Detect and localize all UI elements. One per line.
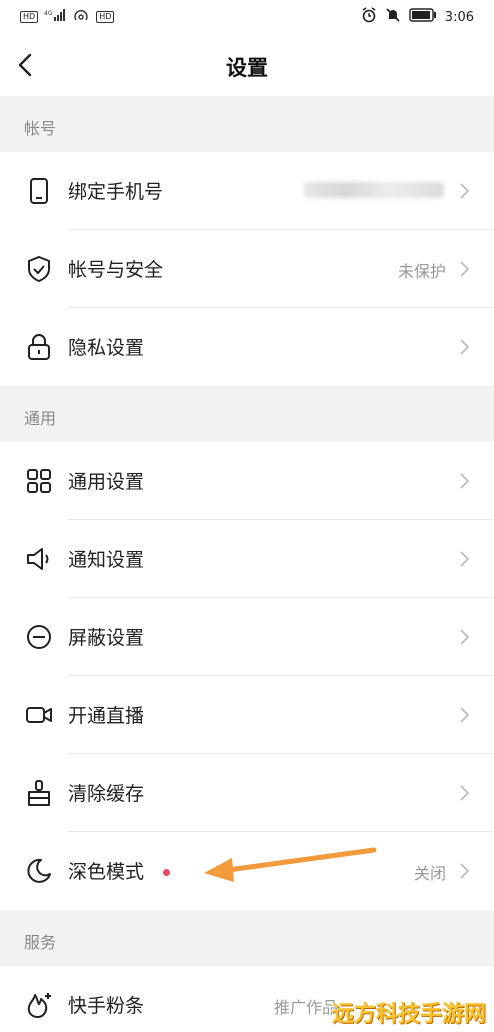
section-header-label: 通用 [24, 409, 57, 428]
row-label: 通用设置 [68, 471, 145, 493]
chevron-right-icon [460, 339, 470, 355]
chevron-right-icon [460, 785, 470, 801]
section-header-general: 通用 [0, 386, 494, 442]
chevron-right-icon [460, 863, 470, 879]
row-open-live[interactable]: 开通直播 [0, 676, 494, 754]
row-label: 屏蔽设置 [68, 627, 145, 649]
moon-icon [27, 858, 51, 883]
account-group: 绑定手机号 帐号与安全 未保护 隐私设置 [0, 152, 494, 386]
row-label: 帐号与安全 [68, 259, 164, 281]
row-general-settings[interactable]: 通用设置 [0, 442, 494, 520]
row-account-security[interactable]: 帐号与安全 未保护 [0, 230, 494, 308]
navbar: 设置 [0, 34, 494, 96]
row-privacy-settings[interactable]: 隐私设置 [0, 308, 494, 386]
annotation-arrow-icon [204, 847, 377, 882]
new-badge-dot [163, 869, 170, 876]
row-label: 开通直播 [68, 705, 145, 727]
block-icon [27, 625, 51, 649]
broom-icon [28, 780, 50, 806]
clock-time: 3:06 [444, 9, 474, 25]
chevron-right-icon [460, 629, 470, 645]
row-value: 关闭 [413, 864, 446, 883]
mute-bell-icon [385, 7, 401, 27]
video-camera-icon [26, 707, 52, 723]
row-label: 深色模式 [68, 861, 145, 883]
signal-icon: 4G [44, 9, 66, 25]
status-bar: HD 4G HD 3:06 [0, 0, 494, 34]
hd-badge: HD [20, 11, 39, 23]
shield-icon [28, 255, 50, 283]
row-clear-cache[interactable]: 清除缓存 [0, 754, 494, 832]
chevron-right-icon [460, 707, 470, 723]
grid-icon [27, 469, 51, 493]
chevron-right-icon [460, 551, 470, 567]
section-header-label: 帐号 [24, 119, 57, 138]
row-block-settings[interactable]: 屏蔽设置 [0, 598, 494, 676]
chevron-right-icon [460, 261, 470, 277]
battery-icon [409, 8, 437, 26]
nfc-badge: HD [96, 11, 115, 23]
chevron-right-icon [460, 183, 470, 199]
row-bind-phone[interactable]: 绑定手机号 [0, 152, 494, 230]
page-title: 设置 [226, 56, 268, 80]
row-label: 通知设置 [68, 549, 145, 571]
watermark: 远方科技手游网 [331, 1002, 486, 1027]
svg-text:4G: 4G [44, 10, 53, 17]
row-label: 快手粉条 [68, 995, 145, 1017]
phone-number-blurred [304, 182, 444, 198]
section-header-account: 帐号 [0, 96, 494, 152]
section-header-label: 服务 [24, 933, 57, 952]
wifi-hotspot-icon [72, 8, 90, 26]
row-label: 清除缓存 [68, 783, 145, 805]
alarm-icon [361, 7, 377, 27]
flame-plus-icon [27, 993, 51, 1018]
section-header-services: 服务 [0, 910, 494, 966]
row-label: 隐私设置 [68, 337, 145, 359]
row-label: 绑定手机号 [68, 181, 164, 203]
lock-icon [28, 334, 50, 360]
chevron-right-icon [460, 473, 470, 489]
speaker-icon [27, 548, 49, 570]
phone-icon [30, 178, 48, 204]
row-value: 未保护 [397, 262, 446, 281]
row-notification-settings[interactable]: 通知设置 [0, 520, 494, 598]
